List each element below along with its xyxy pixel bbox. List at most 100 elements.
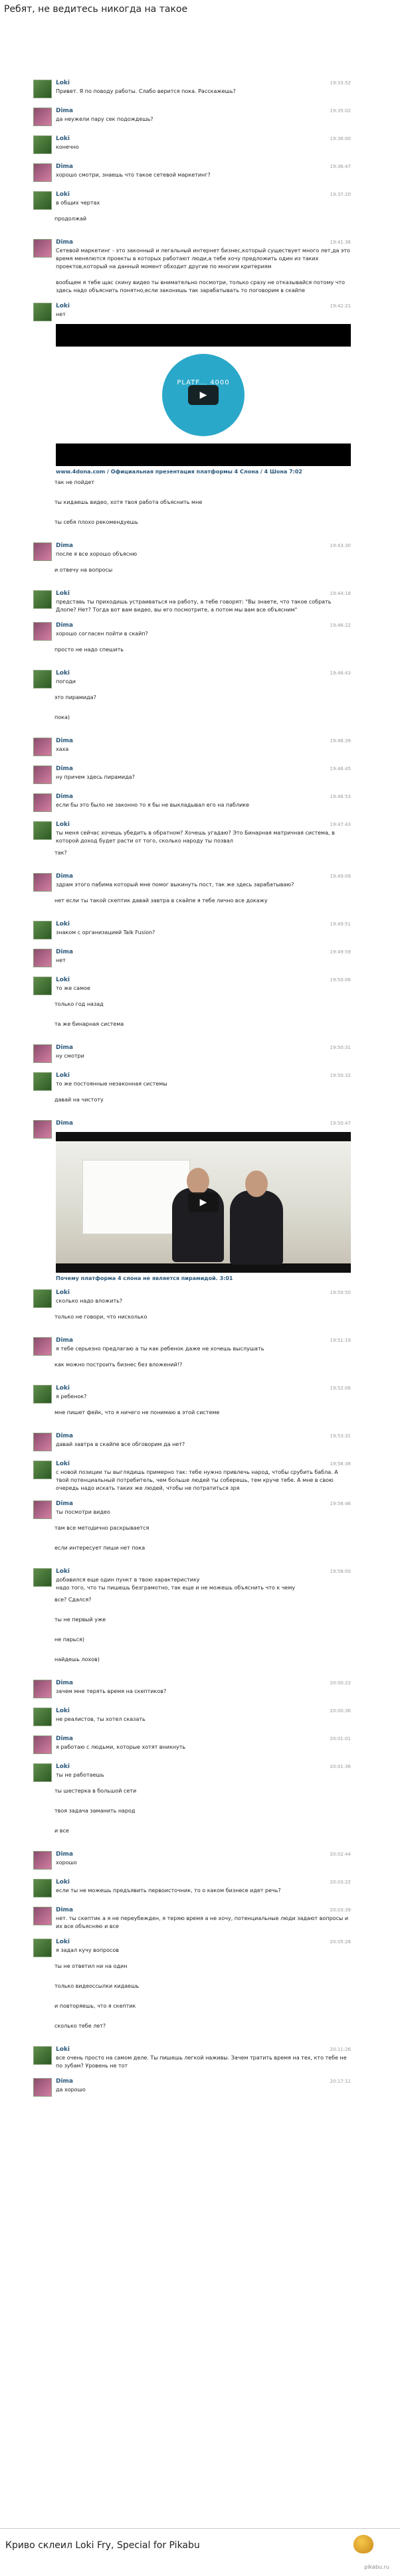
message-author[interactable]: Dima	[56, 1500, 73, 1507]
message-row: Loki 20:01:36 ты не работаешь	[33, 1763, 351, 1783]
platform-logo-circle: PLATF... 4000 ▶	[162, 354, 245, 436]
message-author[interactable]: Loki	[56, 1461, 70, 1467]
message-author[interactable]: Loki	[56, 1385, 70, 1392]
message-author[interactable]: Loki	[56, 670, 70, 677]
avatar[interactable]	[33, 1851, 52, 1870]
avatar[interactable]	[33, 765, 52, 784]
avatar[interactable]	[33, 1763, 52, 1782]
avatar[interactable]	[33, 921, 52, 939]
avatar[interactable]	[33, 542, 52, 561]
message-author[interactable]: Dima	[56, 108, 73, 114]
message-author[interactable]: Dima	[56, 1680, 73, 1686]
message-author[interactable]: Loki	[56, 1939, 70, 1945]
video-attachment-1[interactable]: PLATF... 4000 ▶ www.4dona.com / Официальна…	[56, 324, 351, 475]
avatar[interactable]	[33, 108, 52, 126]
video-thumbnail[interactable]: ▶	[56, 1132, 351, 1273]
avatar[interactable]	[33, 977, 52, 995]
avatar[interactable]	[33, 1289, 52, 1308]
message-author[interactable]: Loki	[56, 1289, 70, 1296]
avatar[interactable]	[33, 303, 52, 321]
avatar[interactable]	[33, 1708, 52, 1726]
message-row: Loki 20:05:28 я задал кучу вопросов	[33, 1939, 351, 1959]
avatar[interactable]	[33, 1879, 52, 1897]
avatar[interactable]	[33, 793, 52, 812]
message-author[interactable]: Dima	[56, 1044, 73, 1051]
avatar[interactable]	[33, 2046, 52, 2065]
message-author[interactable]: Dima	[56, 1433, 73, 1439]
avatar[interactable]	[33, 1433, 52, 1451]
message-author[interactable]: Loki	[56, 2046, 70, 2053]
message-text: конечно	[56, 144, 79, 150]
message-content: Dima 19:46:53 если бы это было не законно …	[56, 793, 351, 813]
message-author[interactable]: Loki	[56, 1072, 70, 1079]
message-author[interactable]: Dima	[56, 1851, 73, 1858]
avatar[interactable]	[33, 590, 52, 609]
video-thumbnail[interactable]: PLATF... 4000 ▶	[56, 324, 351, 466]
message-author[interactable]: Dima	[56, 163, 73, 170]
avatar[interactable]	[33, 1939, 52, 1957]
message-author[interactable]: Dima	[56, 542, 73, 549]
message-author[interactable]: Dima	[56, 765, 73, 772]
video-attachment-2[interactable]: ▶ Почему платформа 4 слона не является пи…	[56, 1132, 351, 1281]
message-author[interactable]: Loki	[56, 590, 70, 597]
message-text: твоя задача заманить народ	[54, 1808, 136, 1814]
message-content: просто не надо спешить	[54, 642, 351, 662]
avatar[interactable]	[33, 1735, 52, 1754]
message-author[interactable]: Loki	[56, 135, 70, 142]
message-text: нет если ты такой скептик давай завтра в…	[54, 898, 268, 904]
message-author[interactable]: Dima	[56, 1337, 73, 1344]
message-author[interactable]: Loki	[56, 1879, 70, 1886]
avatar[interactable]	[33, 738, 52, 756]
message-author[interactable]: Dima	[56, 2078, 73, 2085]
message-text: пока)	[54, 714, 70, 720]
avatar[interactable]	[33, 1500, 52, 1519]
avatar[interactable]	[33, 670, 52, 688]
avatar[interactable]	[33, 821, 52, 840]
message-author[interactable]: Loki	[56, 191, 70, 198]
avatar-spacer	[33, 1092, 50, 1109]
avatar[interactable]	[33, 949, 52, 967]
avatar[interactable]	[33, 1680, 52, 1698]
avatar[interactable]	[33, 1568, 52, 1587]
video-link[interactable]: www.4dona.com / Официальная презентация …	[56, 469, 351, 475]
message-time: 19:58:00	[330, 1569, 351, 1574]
avatar[interactable]	[33, 1461, 52, 1479]
avatar[interactable]	[33, 1072, 52, 1091]
avatar[interactable]	[33, 191, 52, 210]
message-author[interactable]: Dima	[56, 1907, 73, 1913]
message-author[interactable]: Dima	[56, 738, 73, 744]
message-content: Dima 19:51:19 я тебе серьезно предлагаю а …	[56, 1337, 351, 1357]
message-author[interactable]: Loki	[56, 1568, 70, 1575]
message-author[interactable]: Dima	[56, 1120, 73, 1127]
video-link[interactable]: Почему платформа 4 слона не является пир…	[56, 1275, 351, 1281]
avatar[interactable]	[33, 1385, 52, 1404]
message-author[interactable]: Dima	[56, 949, 73, 955]
play-button[interactable]: ▶	[188, 385, 219, 405]
message-author[interactable]: Loki	[56, 1763, 70, 1770]
message-content: та же бинарная система	[54, 1016, 351, 1036]
message-author[interactable]: Loki	[56, 977, 70, 983]
avatar[interactable]	[33, 163, 52, 182]
avatar[interactable]	[33, 873, 52, 892]
play-button[interactable]: ▶	[188, 1192, 219, 1212]
avatar[interactable]	[33, 135, 52, 154]
message-author[interactable]: Loki	[56, 821, 70, 828]
message-author[interactable]: Loki	[56, 921, 70, 927]
message-text: то же постоянные незаконная системы	[56, 1081, 167, 1087]
avatar[interactable]	[33, 1044, 52, 1063]
avatar[interactable]	[33, 80, 52, 98]
message-author[interactable]: Loki	[56, 1708, 70, 1714]
avatar[interactable]	[33, 1337, 52, 1356]
message-author[interactable]: Dima	[56, 239, 73, 246]
avatar[interactable]	[33, 1907, 52, 1925]
avatar[interactable]	[33, 622, 52, 641]
avatar[interactable]	[33, 1120, 52, 1139]
message-author[interactable]: Dima	[56, 873, 73, 880]
message-author[interactable]: Dima	[56, 793, 73, 800]
message-author[interactable]: Dima	[56, 1735, 73, 1742]
message-author[interactable]: Dima	[56, 622, 73, 629]
avatar[interactable]	[33, 2078, 52, 2097]
message-author[interactable]: Loki	[56, 80, 70, 86]
message-author[interactable]: Loki	[56, 303, 70, 309]
avatar[interactable]	[33, 239, 52, 258]
